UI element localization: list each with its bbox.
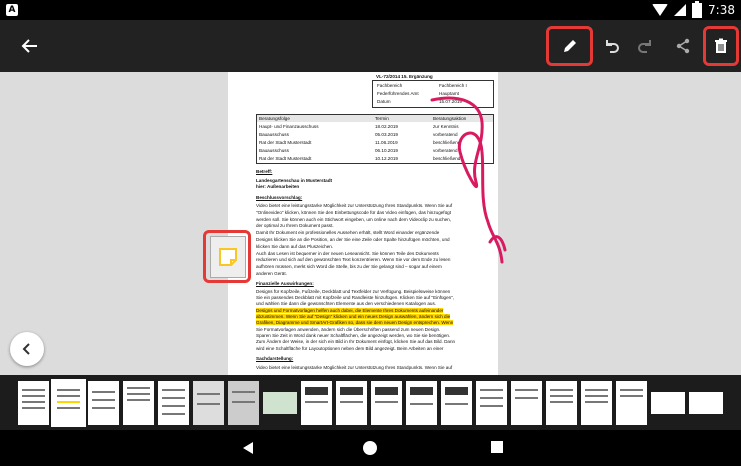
page-thumbnail[interactable] xyxy=(301,380,332,425)
share-icon xyxy=(676,38,690,54)
page-thumbnail[interactable] xyxy=(336,380,367,425)
table-header: Beratungsfolge xyxy=(259,116,290,121)
paragraph-line: klicken Sie dann auf das Pluszeichen. xyxy=(256,243,334,249)
finanz-label: Finanzielle Auswirkungen: xyxy=(256,281,314,286)
status-time: 7:38 xyxy=(708,3,735,17)
back-triangle-icon[interactable] xyxy=(240,440,256,456)
delete-button[interactable] xyxy=(701,26,741,66)
page-thumbnail[interactable] xyxy=(476,380,507,425)
pen-button[interactable] xyxy=(550,26,590,66)
page-thumbnail[interactable] xyxy=(228,380,259,425)
sach-line: Video bietet eine leistungsstarke Möglic… xyxy=(256,365,453,370)
status-right: 7:38 xyxy=(652,0,735,18)
betreff-label: Betreff: xyxy=(256,169,273,174)
paragraph-line: Designs für Kopfzeile, Fußzeile, Deckbla… xyxy=(256,289,451,294)
paragraph-line: aufhören müssen, merkt sich Word die Ste… xyxy=(256,264,442,270)
table-cell: Rat der Stadt Musterstadt xyxy=(259,156,312,161)
table-cell: 06.10.2019 xyxy=(375,148,398,153)
pen-icon xyxy=(564,40,576,52)
back-button[interactable] xyxy=(10,26,50,66)
page-thumbnail-current[interactable] xyxy=(51,378,86,427)
page-thumbnail[interactable] xyxy=(616,380,647,425)
meta-key: Fachbereich xyxy=(377,83,403,88)
paragraph-line: wird eine Schaltfläche für Layoutoptione… xyxy=(256,345,444,351)
sticky-note-icon xyxy=(219,248,237,266)
trash-icon xyxy=(715,38,727,53)
page-thumbnail[interactable] xyxy=(263,391,297,414)
battery-icon xyxy=(692,0,703,18)
paragraph-line: Sie ein passendes Deckblatt mit Kopfzeil… xyxy=(256,295,455,301)
page-thumbnail[interactable] xyxy=(689,391,723,414)
table-cell: 18.02.2019 xyxy=(375,124,398,129)
meta-key: Federführendes Amt xyxy=(377,91,419,96)
meta-value: Fachbereich I xyxy=(439,83,467,88)
page-thumbnail[interactable] xyxy=(546,380,577,425)
page-thumbnail-strip[interactable] xyxy=(0,375,741,430)
betreff-line: hier: Außenarbeiten xyxy=(256,184,300,189)
document-viewer[interactable]: VL-72/2014 15. Ergänzung Fachbereich Fac… xyxy=(0,72,741,375)
wifi-icon xyxy=(652,4,669,16)
ink-annotation xyxy=(430,96,507,264)
paragraph-line: Sie Formatvorlagen anwenden, ändern sich… xyxy=(256,327,441,332)
page-thumbnail[interactable] xyxy=(406,380,437,425)
page-thumbnail[interactable] xyxy=(651,391,685,414)
status-bar: A 7:38 xyxy=(0,0,741,20)
paragraph-line: Sparen Sie Zeit in Word dank neuer Schal… xyxy=(256,333,451,339)
table-header: Termin xyxy=(375,116,389,121)
chevron-left-icon xyxy=(22,343,30,355)
undo-icon xyxy=(606,40,619,53)
beschluss-label: Beschlussvorschlag: xyxy=(256,195,303,200)
system-nav-bar xyxy=(0,430,741,466)
betreff-line: Landesgartenschau in Musterstadt xyxy=(256,178,333,183)
paragraph-line: anderen Gerät. xyxy=(256,271,287,276)
table-cell: Haupt- und Finanzausschuss xyxy=(259,124,319,129)
table-cell: 05.03.2019 xyxy=(375,132,398,137)
top-toolbar xyxy=(0,20,741,72)
table-cell: 11.06.2019 xyxy=(375,140,398,145)
home-circle-icon[interactable] xyxy=(362,440,378,456)
doc-reference: VL-72/2014 15. Ergänzung xyxy=(376,74,433,79)
page-thumbnail[interactable] xyxy=(123,380,154,425)
page-thumbnail[interactable] xyxy=(581,380,612,425)
page-thumbnail[interactable] xyxy=(18,380,49,425)
page-thumbnail[interactable] xyxy=(371,380,402,425)
selected-note[interactable] xyxy=(210,236,246,278)
paragraph-line: der optimal zu Ihrem Dokument passt. xyxy=(256,223,334,229)
redo-icon xyxy=(638,40,651,53)
paragraph-line: Auch das Lesen ist bequemer in der neuen… xyxy=(256,250,439,256)
paragraph-line: Zum Ändern der Weise, in der sich ein Bi… xyxy=(256,339,456,345)
table-cell: Bauausschuss xyxy=(259,132,289,137)
page-thumbnail[interactable] xyxy=(193,380,224,425)
page-thumbnail[interactable] xyxy=(441,380,472,425)
collapse-panel-button[interactable] xyxy=(10,332,44,366)
app-notification-icon: A xyxy=(6,4,18,16)
arrow-left-icon xyxy=(21,39,37,53)
paragraph-line: Designs und Formatvorlagen helfen auch d… xyxy=(256,308,444,313)
table-cell: 10.12.2019 xyxy=(375,156,398,161)
page-thumbnail[interactable] xyxy=(88,380,119,425)
paragraph-line: Damit Ihr Dokument ein professionelles A… xyxy=(256,230,440,236)
paragraph-line: Grafiken, Diagramme und SmartArt-Grafike… xyxy=(256,320,454,326)
recents-square-icon[interactable] xyxy=(490,440,504,454)
meta-key: Datum xyxy=(377,99,391,104)
table-cell: Rat der Stadt Musterstadt xyxy=(259,140,312,145)
sach-label: Sachdarstellung: xyxy=(256,356,294,361)
paragraph-line: und wählen Sie dann die gewünschten Elem… xyxy=(256,301,437,307)
page-thumbnail[interactable] xyxy=(158,380,189,425)
redo-button[interactable] xyxy=(625,26,665,66)
signal-icon xyxy=(674,4,687,16)
table-cell: Bauausschuss xyxy=(259,148,289,153)
share-button[interactable] xyxy=(663,26,703,66)
page-thumbnail[interactable] xyxy=(511,380,542,425)
paragraph-line: abzustimmen. Wenn Sie auf "Design" klick… xyxy=(256,314,451,320)
